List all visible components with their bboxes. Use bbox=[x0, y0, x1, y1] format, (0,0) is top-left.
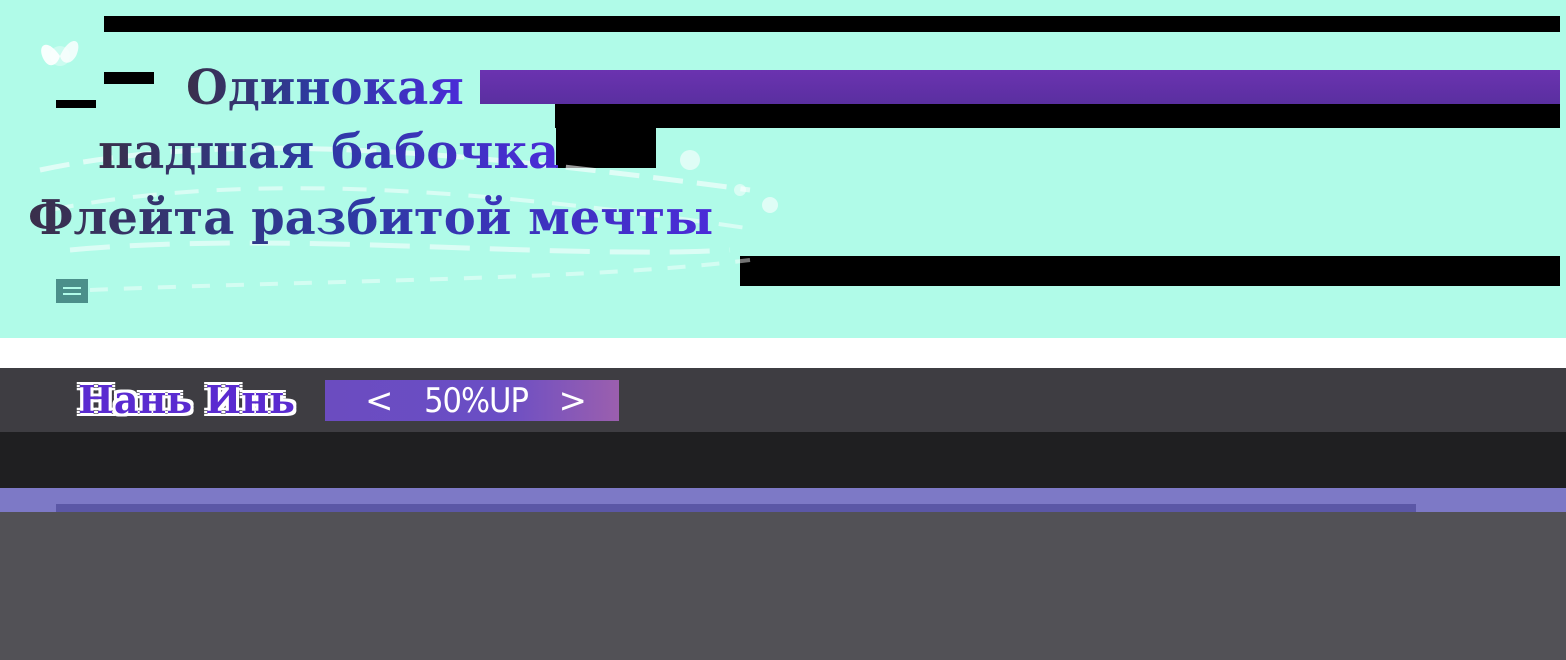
next-arrow-button[interactable]: > bbox=[558, 381, 587, 421]
character-name: Нань Инь bbox=[78, 377, 295, 422]
banner-black-mark bbox=[104, 72, 154, 84]
content-divider bbox=[0, 432, 1566, 488]
banner-black-mark bbox=[56, 100, 96, 108]
banner-purple-stripe bbox=[480, 70, 1560, 104]
butterfly-icon bbox=[41, 40, 79, 66]
accent-band bbox=[0, 488, 1566, 512]
prev-arrow-button[interactable]: < bbox=[365, 381, 394, 421]
event-banner: Одинокая падшая бабочка Флейта разбитой … bbox=[0, 0, 1566, 340]
accent-band-inner bbox=[56, 504, 1416, 512]
rate-up-selector: < 50%UP > bbox=[325, 380, 619, 421]
rate-up-value: 50%UP bbox=[424, 380, 529, 421]
menu-icon[interactable] bbox=[56, 279, 88, 303]
banner-title-line-1: Одинокая bbox=[186, 60, 464, 116]
banner-title-line-3: Флейта разбитой мечты bbox=[28, 190, 714, 246]
banner-title-line-2: падшая бабочка bbox=[98, 124, 560, 180]
separator bbox=[0, 338, 1566, 368]
banner-black-bar bbox=[104, 16, 1560, 32]
banner-black-bar bbox=[740, 256, 1560, 286]
